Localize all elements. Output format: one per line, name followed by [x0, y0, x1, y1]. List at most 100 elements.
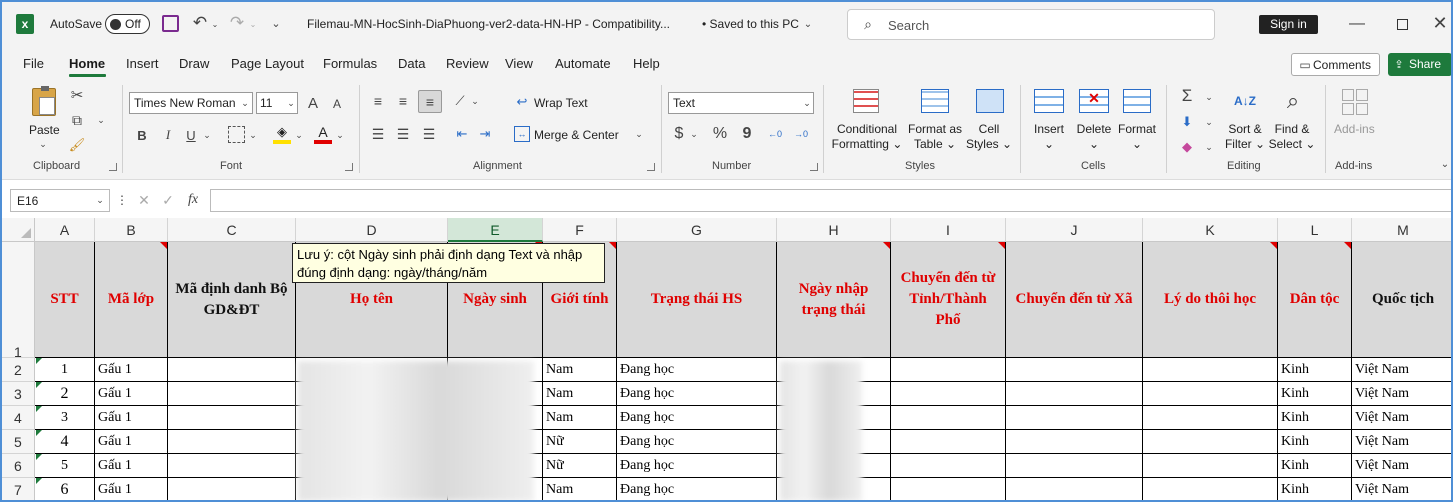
cell-i3[interactable] — [891, 382, 1006, 406]
cell-l2[interactable]: Kinh — [1278, 358, 1352, 382]
cell-a2[interactable]: 1 — [35, 358, 95, 382]
cell-m6[interactable]: Việt Nam — [1352, 454, 1451, 478]
row-header-2[interactable]: 2 — [2, 358, 35, 382]
cell-b5[interactable]: Gấu 1 — [95, 430, 168, 454]
row-header-3[interactable]: 3 — [2, 382, 35, 406]
cell-j3[interactable] — [1006, 382, 1143, 406]
cell-a5[interactable]: 4 — [35, 430, 95, 454]
undo-icon[interactable]: ↶ — [191, 12, 209, 34]
worksheet-grid[interactable]: ABCDEFGHIJKLM 1234567 STT Mã lớp Mã định d… — [2, 218, 1451, 500]
cell-k4[interactable] — [1143, 406, 1278, 430]
bottom-align-icon[interactable]: ≡ — [418, 90, 442, 113]
bold-button[interactable]: B — [134, 125, 150, 145]
cell-f4[interactable]: Nam — [543, 406, 617, 430]
font-color-dropdown-icon[interactable]: ⌄ — [335, 125, 345, 145]
cell-k2[interactable] — [1143, 358, 1278, 382]
cell-f7[interactable]: Nam — [543, 478, 617, 500]
cell-styles-button[interactable]: Cell Styles ⌄ — [965, 122, 1013, 152]
row-header-6[interactable]: 6 — [2, 454, 35, 478]
cell-g7[interactable]: Đang học — [617, 478, 777, 500]
column-header-g[interactable]: G — [617, 218, 777, 242]
more-options-icon[interactable]: ⋮ — [116, 191, 128, 209]
underline-dropdown-icon[interactable]: ⌄ — [202, 125, 212, 145]
cell-a3[interactable]: 2 — [35, 382, 95, 406]
column-header-m[interactable]: M — [1352, 218, 1451, 242]
sort-filter-button[interactable]: Sort & Filter ⌄ — [1222, 122, 1268, 152]
cell-k5[interactable] — [1143, 430, 1278, 454]
header-cell-j[interactable]: Chuyển đến từ Xã — [1006, 242, 1143, 358]
header-cell-h[interactable]: Ngày nhập trạng thái — [777, 242, 891, 358]
share-button[interactable]: ⇪ Share — [1388, 53, 1451, 76]
column-header-k[interactable]: K — [1143, 218, 1278, 242]
cell-l3[interactable]: Kinh — [1278, 382, 1352, 406]
column-header-h[interactable]: H — [777, 218, 891, 242]
column-header-b[interactable]: B — [95, 218, 168, 242]
clipboard-launcher-icon[interactable] — [109, 163, 117, 171]
font-name-select[interactable]: Times New Roman ⌄ — [129, 92, 253, 114]
autosave-toggle[interactable]: Off — [105, 14, 150, 34]
cell-i6[interactable] — [891, 454, 1006, 478]
select-all-corner[interactable] — [2, 218, 35, 242]
cell-f5[interactable]: Nữ — [543, 430, 617, 454]
insert-cells-button[interactable]: Insert ⌄ — [1027, 122, 1071, 152]
cell-j6[interactable] — [1006, 454, 1143, 478]
tab-home[interactable]: Home — [69, 56, 105, 71]
header-cell-m[interactable]: Quốc tịch — [1352, 242, 1451, 358]
cell-c3[interactable] — [168, 382, 296, 406]
undo-dropdown-icon[interactable]: ⌄ — [210, 14, 220, 34]
currency-icon[interactable]: $ — [672, 124, 686, 144]
cell-c4[interactable] — [168, 406, 296, 430]
collapse-ribbon-icon[interactable]: ⌄ — [1439, 157, 1451, 171]
header-cell-a[interactable]: STT — [35, 242, 95, 358]
cell-g4[interactable]: Đang học — [617, 406, 777, 430]
header-cell-b[interactable]: Mã lớp — [95, 242, 168, 358]
tab-draw[interactable]: Draw — [179, 56, 209, 71]
maximize-icon[interactable] — [1392, 14, 1412, 34]
tab-help[interactable]: Help — [633, 56, 660, 71]
cell-m5[interactable]: Việt Nam — [1352, 430, 1451, 454]
sign-in-button[interactable]: Sign in — [1259, 15, 1318, 34]
cell-k6[interactable] — [1143, 454, 1278, 478]
font-launcher-icon[interactable] — [345, 163, 353, 171]
comma-icon[interactable]: 9 — [740, 124, 754, 144]
merge-center-icon[interactable]: ↔ — [514, 126, 530, 142]
sort-filter-icon[interactable]: A↓Z — [1230, 87, 1260, 115]
row-header-7[interactable]: 7 — [2, 478, 35, 500]
fill-color-icon[interactable]: ◈ — [273, 124, 291, 146]
save-icon[interactable] — [162, 15, 179, 32]
cell-a6[interactable]: 5 — [35, 454, 95, 478]
format-cells-icon[interactable] — [1123, 89, 1151, 113]
redo-icon[interactable]: ↷ — [228, 12, 246, 34]
tab-data[interactable]: Data — [398, 56, 425, 71]
cell-b7[interactable]: Gấu 1 — [95, 478, 168, 500]
cell-b6[interactable]: Gấu 1 — [95, 454, 168, 478]
cell-c7[interactable] — [168, 478, 296, 500]
currency-dropdown-icon[interactable]: ⌄ — [689, 124, 699, 144]
tab-view[interactable]: View — [505, 56, 533, 71]
middle-align-icon[interactable]: ≡ — [395, 92, 411, 110]
cell-b4[interactable]: Gấu 1 — [95, 406, 168, 430]
cell-f6[interactable]: Nữ — [543, 454, 617, 478]
percent-icon[interactable]: % — [711, 124, 729, 144]
close-icon[interactable]: ✕ — [1430, 12, 1450, 34]
decrease-indent-icon[interactable]: ⇤ — [453, 125, 471, 143]
find-select-button[interactable]: Find & Select ⌄ — [1268, 122, 1316, 152]
row-header-1[interactable]: 1 — [2, 242, 35, 360]
saved-dropdown-icon[interactable]: ⌄ — [802, 14, 814, 34]
formula-input[interactable] — [210, 189, 1451, 212]
column-header-f[interactable]: F — [543, 218, 617, 242]
increase-indent-icon[interactable]: ⇥ — [476, 125, 494, 143]
saved-status[interactable]: • Saved to this PC — [702, 17, 799, 31]
wrap-text-button[interactable]: Wrap Text — [534, 96, 588, 110]
column-header-e[interactable]: E — [448, 218, 543, 242]
cell-f2[interactable]: Nam — [543, 358, 617, 382]
fill-icon[interactable]: ⬇ — [1179, 113, 1195, 131]
cell-m3[interactable]: Việt Nam — [1352, 382, 1451, 406]
header-cell-i[interactable]: Chuyển đến từ Tỉnh/Thành Phố — [891, 242, 1006, 358]
number-format-select[interactable]: Text ⌄ — [668, 92, 814, 114]
borders-dropdown-icon[interactable]: ⌄ — [248, 125, 258, 145]
comments-button[interactable]: ▭ Comments — [1291, 53, 1380, 76]
cell-i2[interactable] — [891, 358, 1006, 382]
increase-font-icon[interactable]: A — [303, 92, 323, 114]
cell-g6[interactable]: Đang học — [617, 454, 777, 478]
